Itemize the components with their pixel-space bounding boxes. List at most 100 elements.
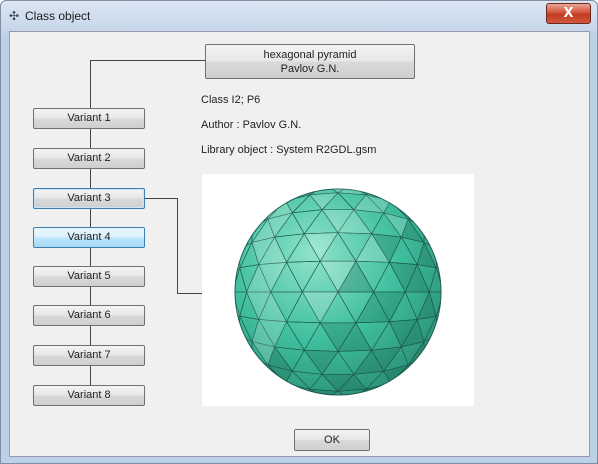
sphere-facet xyxy=(244,371,268,388)
sphere-facet xyxy=(206,235,223,254)
sphere-facet-shade xyxy=(373,392,396,395)
sphere-facet-shade xyxy=(470,368,474,387)
sphere-facet xyxy=(202,235,217,254)
sphere-facet-shade xyxy=(202,330,217,349)
title-bar[interactable]: ✣ Class object X xyxy=(1,1,597,31)
sphere-facet xyxy=(326,399,351,406)
library-info: Library object : System R2GDL.gsm xyxy=(201,144,377,156)
sphere-facet-shade xyxy=(235,352,246,373)
variant-7-button[interactable]: Variant 7 xyxy=(33,345,145,366)
sphere-facet-shade xyxy=(470,254,474,273)
sphere-facet xyxy=(395,191,416,211)
variant-2-button[interactable]: Variant 2 xyxy=(33,148,145,169)
sphere-facet-shade xyxy=(444,292,459,312)
sphere-facet xyxy=(279,189,304,193)
variant-4-button[interactable]: Variant 4 xyxy=(33,227,145,248)
sphere-facet xyxy=(360,189,383,191)
sphere-facet-shade xyxy=(426,189,441,197)
sphere-facet xyxy=(381,189,405,193)
sphere-facet-shade xyxy=(436,249,441,272)
sphere-facet-shade xyxy=(239,189,261,197)
sphere-facet xyxy=(408,371,432,388)
sphere-facet xyxy=(260,386,281,395)
sphere-facet xyxy=(238,386,262,395)
sphere-facet xyxy=(470,254,474,273)
sphere-facet xyxy=(459,235,474,254)
variant-3-button[interactable]: Variant 3 xyxy=(33,188,145,209)
sphere-facet xyxy=(271,391,295,395)
sphere-facet xyxy=(442,349,459,368)
sphere-facet xyxy=(470,216,474,235)
sphere-facet xyxy=(206,178,228,197)
variant-8-button[interactable]: Variant 8 xyxy=(33,385,145,406)
sphere-facet xyxy=(217,272,232,292)
sphere-facet-shade xyxy=(315,174,338,185)
sphere-facet xyxy=(444,311,459,332)
sphere-facet-shade xyxy=(235,249,240,272)
sphere-facet-shade xyxy=(206,178,228,197)
sphere-facet xyxy=(470,349,474,368)
sphere-facet xyxy=(235,311,240,336)
sphere-facet xyxy=(223,272,233,292)
tree-line-link-horizontal xyxy=(145,198,177,199)
close-button[interactable]: X xyxy=(546,3,591,24)
sphere-facet xyxy=(470,292,474,311)
sphere-facet xyxy=(202,197,217,216)
sphere-facet xyxy=(260,189,281,198)
sphere-facet xyxy=(444,252,459,273)
sphere-facet xyxy=(235,196,247,217)
sphere-facet xyxy=(429,211,441,233)
sphere-facet-shade xyxy=(470,216,474,235)
sphere-facet xyxy=(217,232,234,252)
variant-5-button[interactable]: Variant 5 xyxy=(33,266,145,287)
sphere-facet-shade xyxy=(338,399,361,406)
sphere-facet xyxy=(459,216,474,235)
sphere-facet-shade xyxy=(444,252,459,273)
sphere-facet xyxy=(223,292,233,312)
sphere-facet-shade xyxy=(202,235,206,254)
sphere-facet xyxy=(360,393,383,395)
sphere-facet xyxy=(349,189,375,191)
sphere-facet xyxy=(315,399,338,406)
sphere-facet-shade xyxy=(326,399,351,406)
sphere-facet xyxy=(414,189,438,198)
object-class-button[interactable]: hexagonal pyramid Pavlov G.N. xyxy=(205,44,415,79)
object-class-name: hexagonal pyramid xyxy=(263,49,357,61)
variant-6-button[interactable]: Variant 6 xyxy=(33,305,145,326)
sphere-facet xyxy=(470,178,474,197)
sphere-facet xyxy=(448,368,470,387)
sphere-facet xyxy=(443,272,453,292)
variant-1-button[interactable]: Variant 1 xyxy=(33,108,145,129)
sphere-facet xyxy=(202,368,206,387)
sphere-facet xyxy=(470,330,474,349)
sphere-facet xyxy=(429,367,441,388)
sphere-facet xyxy=(238,189,262,198)
sphere-facet-shade xyxy=(437,368,441,388)
sphere-facet xyxy=(235,386,251,395)
sphere-facet-shade xyxy=(444,272,459,292)
sphere-facet xyxy=(202,178,206,197)
sphere-facet-shade xyxy=(382,392,404,395)
sphere-facet xyxy=(238,196,262,213)
sphere-facet xyxy=(202,330,206,349)
sphere-facet xyxy=(235,248,240,273)
sphere-facet xyxy=(202,349,217,368)
sphere-facet xyxy=(459,368,474,387)
ok-button[interactable]: OK xyxy=(294,429,370,451)
sphere-facet-shade xyxy=(239,372,261,388)
sphere-facet xyxy=(249,189,273,198)
sphere-facet xyxy=(206,330,223,349)
sphere-facet xyxy=(206,311,223,332)
sphere-facet-shade xyxy=(217,272,232,292)
sphere-facet xyxy=(448,216,470,235)
sphere-facet xyxy=(202,387,206,406)
sphere-facet xyxy=(470,235,474,254)
sphere-facet xyxy=(235,331,240,353)
sphere-facet xyxy=(459,330,474,349)
sphere-facet xyxy=(206,197,228,216)
sphere-facet xyxy=(301,189,327,191)
sphere-facet-shade xyxy=(470,292,474,311)
sphere-facet xyxy=(436,331,441,353)
sphere-facet xyxy=(459,387,474,406)
sphere-facet xyxy=(260,191,281,211)
